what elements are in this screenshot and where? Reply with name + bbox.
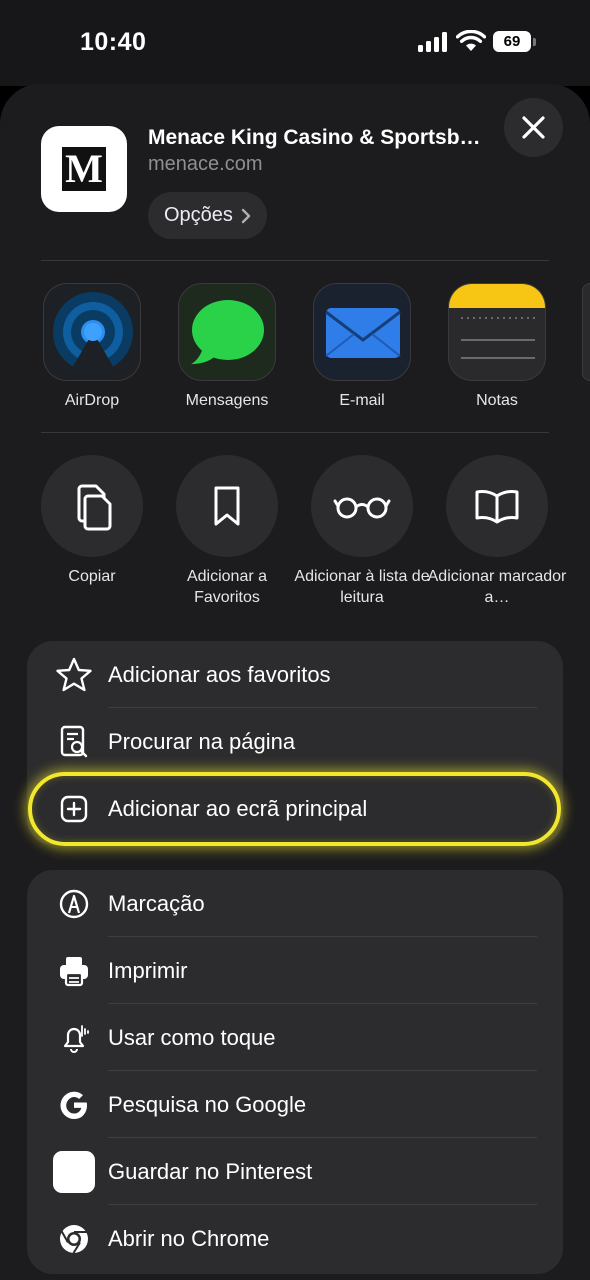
- menu-item-google-search[interactable]: Pesquisa no Google: [27, 1071, 563, 1138]
- action-label: Copiar: [68, 568, 116, 585]
- share-target-label: Mensagens: [185, 392, 269, 409]
- action-label: Adicionar à lista de leitura: [294, 568, 430, 606]
- menu-item-open-in-chrome[interactable]: Abrir no Chrome: [27, 1205, 563, 1272]
- menu-item-add-to-home-screen[interactable]: Adicionar ao ecrã principal: [27, 775, 563, 842]
- status-bar: 10:40 69: [0, 0, 590, 86]
- pinterest-icon: [53, 1150, 95, 1193]
- action-add-bookmark-to[interactable]: Adicionar marcador a…: [428, 455, 566, 606]
- menu-item-save-to-pinterest[interactable]: Guardar no Pinterest: [27, 1138, 563, 1205]
- share-target-label: Notas: [476, 392, 518, 409]
- share-target-airdrop[interactable]: AirDrop: [43, 283, 141, 409]
- airdrop-icon: [43, 283, 141, 381]
- site-url: menace.com: [148, 153, 263, 175]
- bell-icon: [53, 1017, 95, 1059]
- menu-item-add-to-favorites[interactable]: Adicionar aos favoritos: [27, 641, 563, 708]
- notes-icon: [448, 283, 546, 381]
- site-logo-letter: M: [62, 147, 106, 191]
- markup-icon: [53, 883, 95, 925]
- battery-indicator: 69: [493, 31, 531, 52]
- menu-item-markup[interactable]: Marcação: [27, 870, 563, 937]
- menu-group-secondary: Marcação Imprimir Usar como toque Pesqui…: [27, 870, 563, 1274]
- menu-item-label: Adicionar aos favoritos: [108, 661, 331, 687]
- menu-item-use-as-ringtone[interactable]: Usar como toque: [27, 1004, 563, 1071]
- site-logo: M: [41, 126, 127, 212]
- clock: 10:40: [80, 28, 147, 56]
- mail-icon: [313, 283, 411, 381]
- menu-item-label: Pesquisa no Google: [108, 1091, 307, 1117]
- menu-item-label: Marcação: [108, 890, 205, 916]
- divider: [41, 260, 549, 261]
- share-target-more-partial[interactable]: [582, 283, 590, 381]
- star-icon: [53, 654, 95, 696]
- site-title: Menace King Casino & Sportsbook: [148, 126, 493, 149]
- menu-item-print[interactable]: Imprimir: [27, 937, 563, 1004]
- action-add-to-favorites[interactable]: Adicionar a Favoritos: [176, 455, 278, 606]
- menu-item-find-in-page[interactable]: Procurar na página: [27, 708, 563, 775]
- menu-item-label: Usar como toque: [108, 1024, 276, 1050]
- options-label: Opções: [164, 204, 233, 226]
- bookmark-icon: [214, 486, 240, 526]
- action-copy[interactable]: Copiar: [41, 455, 143, 585]
- action-label: Adicionar a Favoritos: [186, 568, 268, 606]
- messages-icon: [178, 283, 276, 381]
- glasses-icon: [333, 497, 391, 519]
- menu-item-label: Imprimir: [108, 957, 188, 983]
- printer-icon: [53, 950, 95, 992]
- options-button[interactable]: Opções: [148, 192, 267, 239]
- action-add-to-reading-list[interactable]: Adicionar à lista de leitura: [294, 455, 430, 606]
- wifi-icon: [456, 30, 486, 51]
- close-icon: [522, 116, 545, 139]
- share-target-label: E-mail: [339, 392, 385, 409]
- find-in-page-icon: [53, 721, 95, 763]
- divider: [41, 432, 549, 433]
- battery-tip: [533, 38, 536, 46]
- share-target-messages[interactable]: Mensagens: [178, 283, 276, 409]
- cellular-signal-icon: [418, 32, 450, 52]
- action-label: Adicionar marcador a…: [427, 568, 567, 606]
- share-target-email[interactable]: E-mail: [313, 283, 411, 409]
- menu-item-label: Adicionar ao ecrã principal: [108, 795, 368, 821]
- chevron-right-icon: [241, 208, 251, 223]
- chrome-icon: [53, 1218, 95, 1260]
- menu-group-primary: Adicionar aos favoritos Procurar na pági…: [27, 641, 563, 845]
- menu-item-label: Abrir no Chrome: [108, 1225, 270, 1251]
- share-target-notes[interactable]: Notas: [448, 283, 546, 409]
- book-icon: [475, 490, 519, 524]
- google-icon: [53, 1084, 95, 1126]
- close-button[interactable]: [504, 98, 563, 157]
- copy-icon: [77, 484, 112, 531]
- share-target-label: AirDrop: [64, 392, 120, 409]
- menu-item-label: Procurar na página: [108, 728, 296, 754]
- menu-item-label: Guardar no Pinterest: [108, 1158, 313, 1184]
- add-square-icon: [53, 788, 95, 830]
